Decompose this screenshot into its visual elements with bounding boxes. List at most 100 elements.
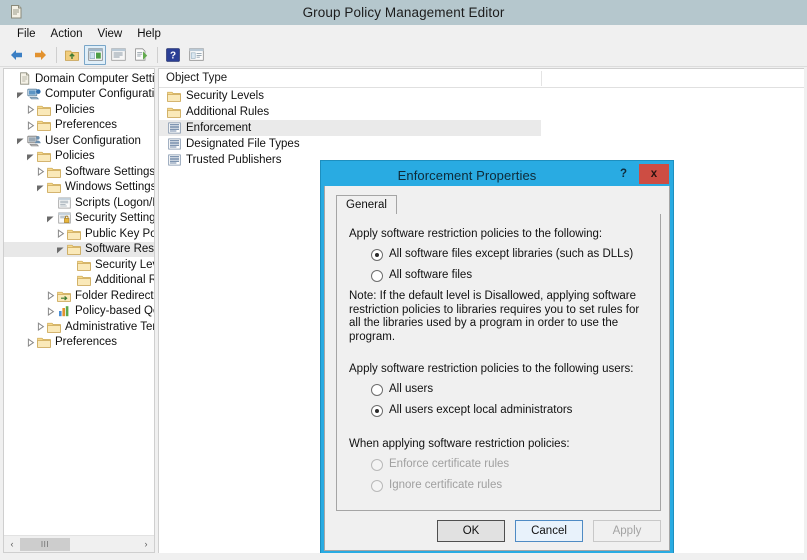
column-header-object-type[interactable]: Object Type bbox=[159, 69, 227, 88]
security-settings-icon bbox=[56, 211, 72, 225]
tree-expanded-arrow-icon[interactable] bbox=[54, 243, 66, 256]
folder-icon bbox=[76, 258, 92, 272]
tree-item[interactable]: Additional Rules bbox=[4, 273, 154, 289]
radio-indicator bbox=[371, 459, 383, 471]
scrollbar-track[interactable]: III bbox=[20, 536, 138, 552]
folder-icon bbox=[36, 118, 52, 132]
dialog-close-button[interactable]: x bbox=[638, 163, 670, 185]
radio-label: All software files except libraries (suc… bbox=[389, 248, 634, 260]
tree-item-label: Software Settings bbox=[65, 165, 154, 178]
back-button[interactable] bbox=[6, 45, 28, 65]
radio-all-users[interactable]: All users bbox=[371, 383, 648, 396]
column-divider[interactable] bbox=[541, 71, 542, 86]
radio-indicator[interactable] bbox=[371, 384, 383, 396]
tree-item[interactable]: Computer Configuration bbox=[4, 87, 154, 103]
tree-item[interactable]: Software Restriction Policies bbox=[4, 241, 154, 257]
dialog-body: General Apply software restriction polic… bbox=[324, 186, 670, 551]
tree-item[interactable]: Folder Redirection bbox=[4, 288, 154, 304]
tree-item-label: Preferences bbox=[55, 119, 118, 132]
tree-collapsed-arrow-icon[interactable] bbox=[24, 336, 36, 349]
tree-collapsed-arrow-icon[interactable] bbox=[44, 289, 56, 302]
tree-item[interactable]: Preferences bbox=[4, 118, 154, 134]
menu-file[interactable]: File bbox=[10, 27, 44, 41]
export-list-button[interactable] bbox=[130, 45, 152, 65]
folder-icon bbox=[166, 105, 182, 119]
policy-setting-icon bbox=[166, 153, 182, 167]
tab-general[interactable]: General bbox=[336, 195, 397, 215]
tree-item[interactable]: Policies bbox=[4, 102, 154, 118]
radio-label: All users except local administrators bbox=[389, 404, 573, 416]
folder-icon bbox=[46, 180, 62, 194]
forward-button[interactable] bbox=[29, 45, 51, 65]
menu-view[interactable]: View bbox=[91, 27, 131, 41]
scrollbar-thumb[interactable]: III bbox=[20, 537, 70, 551]
radio-all-users-except-local-admins[interactable]: All users except local administrators bbox=[371, 404, 648, 417]
scroll-right-arrow-icon[interactable]: › bbox=[138, 537, 154, 552]
folder-icon bbox=[36, 149, 52, 163]
tree-item[interactable]: Security Settings bbox=[4, 211, 154, 227]
dialog-help-button[interactable]: ? bbox=[609, 163, 638, 185]
list-column-header[interactable]: Object Type bbox=[159, 69, 804, 88]
show-hide-tree-button[interactable] bbox=[84, 44, 106, 65]
list-row[interactable]: Additional Rules bbox=[159, 104, 804, 120]
tree-collapsed-arrow-icon[interactable] bbox=[24, 103, 36, 116]
menu-action[interactable]: Action bbox=[44, 27, 91, 41]
list-row-label: Designated File Types bbox=[186, 138, 300, 150]
tree-item[interactable]: Scripts (Logon/Logoff) bbox=[4, 195, 154, 211]
tree-item[interactable]: Administrative Templates bbox=[4, 319, 154, 335]
tree-item[interactable]: User Configuration bbox=[4, 133, 154, 149]
tree-item[interactable]: Policy-based QoS bbox=[4, 304, 154, 320]
tree-collapsed-arrow-icon[interactable] bbox=[34, 165, 46, 178]
tree-item[interactable]: Domain Computer Settings bbox=[4, 71, 154, 87]
tree-item-label: Security Levels bbox=[95, 258, 154, 271]
radio-ignore-certificate-rules: Ignore certificate rules bbox=[371, 479, 648, 492]
scroll-left-arrow-icon[interactable]: ‹ bbox=[4, 537, 20, 552]
computer-config-icon bbox=[26, 87, 42, 101]
list-row[interactable]: Designated File Types bbox=[159, 136, 804, 152]
radio-indicator[interactable] bbox=[371, 405, 383, 417]
tree-expanded-arrow-icon[interactable] bbox=[44, 212, 56, 225]
tree-item[interactable]: Security Levels bbox=[4, 257, 154, 273]
tree-item[interactable]: Software Settings bbox=[4, 164, 154, 180]
apply-button: Apply bbox=[593, 520, 661, 542]
radio-indicator[interactable] bbox=[371, 270, 383, 282]
tree-collapsed-arrow-icon[interactable] bbox=[24, 119, 36, 132]
radio-label: Enforce certificate rules bbox=[389, 458, 510, 470]
tree-item[interactable]: Policies bbox=[4, 149, 154, 165]
svg-text:?: ? bbox=[170, 50, 176, 61]
tree-item[interactable]: Windows Settings bbox=[4, 180, 154, 196]
ok-button[interactable]: OK bbox=[437, 520, 505, 542]
window-title: Group Policy Management Editor bbox=[302, 5, 505, 20]
tree-item-label: Preferences bbox=[55, 336, 118, 349]
console-tree[interactable]: Domain Computer Settings Computer Configu… bbox=[4, 69, 154, 533]
tree-item-label: Domain Computer Settings bbox=[35, 72, 154, 85]
menu-help[interactable]: Help bbox=[130, 27, 169, 41]
cancel-button[interactable]: Cancel bbox=[515, 520, 583, 542]
tree-expanded-arrow-icon[interactable] bbox=[24, 150, 36, 163]
radio-indicator[interactable] bbox=[371, 249, 383, 261]
tree-item-label: Windows Settings bbox=[65, 181, 154, 194]
tree-item[interactable]: Public Key Policies bbox=[4, 226, 154, 242]
dialog-title: Enforcement Properties bbox=[397, 167, 537, 183]
list-row[interactable]: Security Levels bbox=[159, 88, 804, 104]
help-button[interactable]: ? bbox=[162, 45, 184, 65]
radio-all-software-files[interactable]: All software files bbox=[371, 269, 648, 282]
tree-item-label: Administrative Templates bbox=[65, 320, 154, 333]
tree-expanded-arrow-icon[interactable] bbox=[34, 181, 46, 194]
tree-expanded-arrow-icon[interactable] bbox=[14, 134, 26, 147]
tree-collapsed-arrow-icon[interactable] bbox=[34, 320, 46, 333]
tree-collapsed-arrow-icon[interactable] bbox=[44, 305, 56, 318]
view-options-button[interactable] bbox=[185, 45, 207, 65]
radio-all-software-except-libraries[interactable]: All software files except libraries (suc… bbox=[371, 248, 648, 261]
status-bar bbox=[0, 553, 807, 557]
up-folder-button[interactable] bbox=[61, 45, 83, 65]
tree-expanded-arrow-icon[interactable] bbox=[14, 88, 26, 101]
list-row[interactable]: Enforcement bbox=[159, 120, 541, 136]
group2-caption: Apply software restriction policies to t… bbox=[349, 363, 634, 375]
tree-collapsed-arrow-icon[interactable] bbox=[54, 227, 66, 240]
tree-item[interactable]: Preferences bbox=[4, 335, 154, 351]
properties-button[interactable] bbox=[107, 45, 129, 65]
tree-horizontal-scrollbar[interactable]: ‹ III › bbox=[4, 535, 154, 552]
